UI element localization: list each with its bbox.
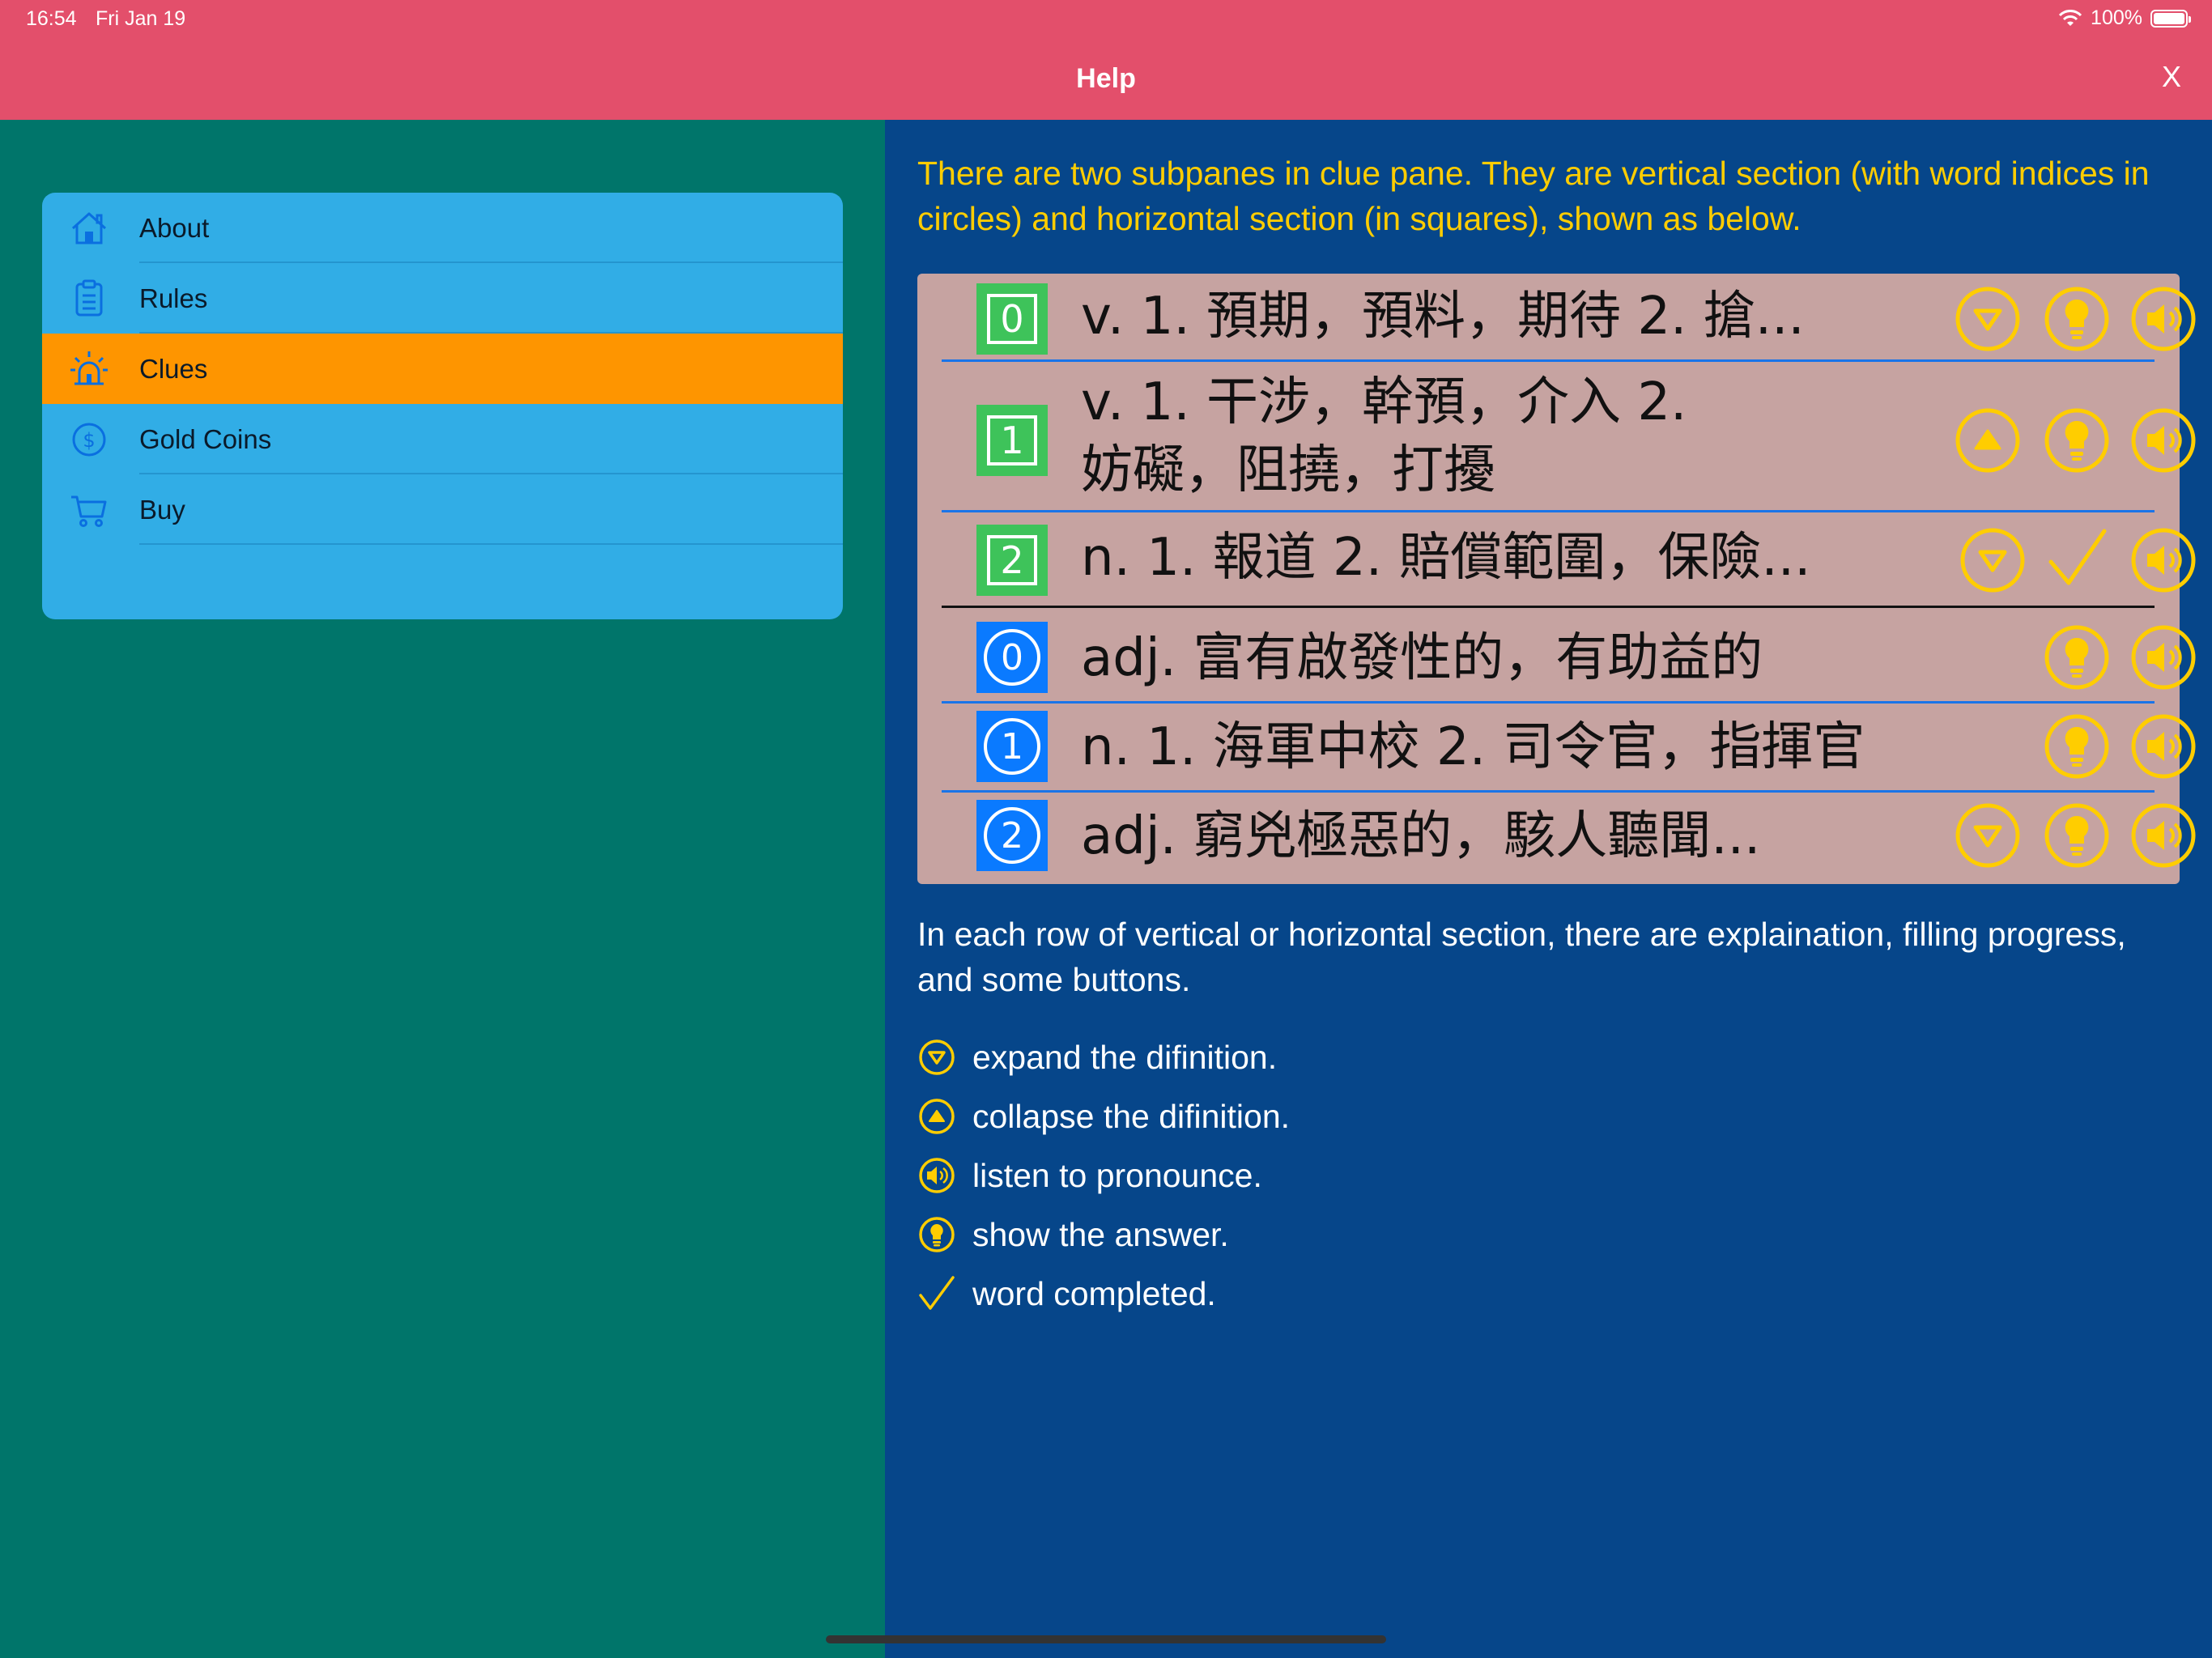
row-divider (942, 510, 2155, 512)
status-date: Fri Jan 19 (96, 7, 186, 30)
speaker-icon[interactable] (2129, 712, 2197, 780)
expand-icon[interactable] (1954, 801, 2022, 869)
speaker-icon[interactable] (2129, 406, 2197, 474)
legend-item-completed: word completed. (917, 1269, 1216, 1318)
house-icon (71, 212, 107, 244)
help-content: There are two subpanes in clue pane. The… (885, 120, 2212, 1658)
dollar-coin-icon: $ (72, 423, 106, 457)
clipboard-icon (75, 279, 103, 317)
circle-index-badge: 2 (976, 800, 1048, 871)
legend-item-listen: listen to pronounce. (917, 1151, 1262, 1200)
menu-label: Gold Coins (139, 423, 272, 454)
clue-definition-line2: 妨礙，阻撓，打擾 (1081, 440, 1495, 500)
clue-definition: v. 1. 預期，預料，期待 2. 搶... (1081, 287, 1805, 346)
clue-definition: adj. 窮兇極惡的，駭人聽聞... (1081, 806, 1761, 866)
speaker-icon[interactable] (2129, 801, 2197, 869)
legend-label: show the answer. (972, 1215, 1229, 1253)
menu-item-buy[interactable]: Buy (42, 474, 843, 545)
checkmark-icon (2048, 529, 2107, 585)
wifi-icon (2058, 9, 2082, 26)
speaker-icon[interactable] (2129, 623, 2197, 691)
speaker-icon (919, 1158, 955, 1193)
row-divider (942, 701, 2155, 704)
square-index-badge: 0 (976, 283, 1048, 355)
expand-icon[interactable] (1959, 526, 2027, 594)
expand-icon[interactable] (1954, 285, 2022, 353)
expand-icon (919, 1039, 955, 1075)
menu-item-rules[interactable]: Rules (42, 263, 843, 334)
menu-label: Rules (139, 283, 208, 313)
bulb-icon (919, 1217, 955, 1252)
battery-icon (2150, 9, 2191, 28)
legend-label: collapse the difinition. (972, 1097, 1291, 1135)
status-indicators: 100% (2058, 6, 2191, 30)
section-divider (942, 606, 2155, 608)
bulb-icon[interactable] (2043, 285, 2111, 353)
row-divider (942, 359, 2155, 362)
menu-item-clues[interactable]: Clues (42, 334, 843, 404)
row-explanation-text: In each row of vertical or horizontal se… (917, 916, 2126, 998)
bulb-icon[interactable] (2043, 623, 2111, 691)
cart-icon (71, 495, 107, 527)
circle-index-badge: 1 (976, 711, 1048, 782)
navigation-bar: 16:54 Fri Jan 19 100% Help X (0, 0, 2212, 120)
clue-definition: n. 1. 報道 2. 賠償範圍，保險... (1081, 528, 1811, 588)
intro-text: There are two subpanes in clue pane. The… (917, 155, 2150, 237)
row-divider (942, 790, 2155, 793)
legend-label: listen to pronounce. (972, 1156, 1262, 1194)
clue-definition-line1: v. 1. 干涉，幹預，介入 2. (1081, 372, 1687, 432)
square-index-badge: 1 (976, 405, 1048, 476)
bulb-icon[interactable] (2043, 712, 2111, 780)
legend-item-collapse: collapse the difinition. (917, 1092, 1290, 1141)
menu-label: Clues (139, 353, 208, 384)
home-indicator[interactable] (826, 1635, 1386, 1643)
collapse-icon[interactable] (1954, 406, 2022, 474)
status-time: 16:54 (26, 7, 77, 30)
legend-item-expand: expand the difinition. (917, 1033, 1277, 1082)
help-menu: About Rules Clues $ Gold Coins Buy (42, 193, 843, 619)
close-button[interactable]: X (2162, 60, 2181, 94)
checkmark-icon (919, 1276, 955, 1310)
bulb-icon[interactable] (2043, 801, 2111, 869)
menu-item-gold-coins[interactable]: $ Gold Coins (42, 404, 843, 474)
collapse-icon (919, 1099, 955, 1134)
alarm-light-icon (70, 351, 108, 385)
battery-percent: 100% (2091, 6, 2142, 29)
menu-item-about[interactable]: About (42, 193, 843, 263)
bulb-icon[interactable] (2043, 406, 2111, 474)
clue-definition: n. 1. 海軍中校 2. 司令官，指揮官 (1081, 717, 1865, 777)
clue-pane-example: 0 v. 1. 預期，預料，期待 2. 搶... 1 v. 1. 干涉，幹預，介… (917, 274, 2196, 884)
menu-label: About (139, 212, 210, 243)
menu-label: Buy (139, 494, 185, 525)
speaker-icon[interactable] (2129, 526, 2197, 594)
clue-definition: adj. 富有啟發性的，有助益的 (1081, 628, 1763, 688)
svg-text:$: $ (83, 429, 95, 452)
legend-label: expand the difinition. (972, 1038, 1278, 1076)
legend-item-answer: show the answer. (917, 1210, 1229, 1259)
legend-label: word completed. (972, 1274, 1216, 1312)
divider (139, 543, 843, 545)
circle-index-badge: 0 (976, 622, 1048, 693)
speaker-icon[interactable] (2129, 285, 2197, 353)
page-title: Help (1076, 63, 1136, 94)
square-index-badge: 2 (976, 525, 1048, 596)
